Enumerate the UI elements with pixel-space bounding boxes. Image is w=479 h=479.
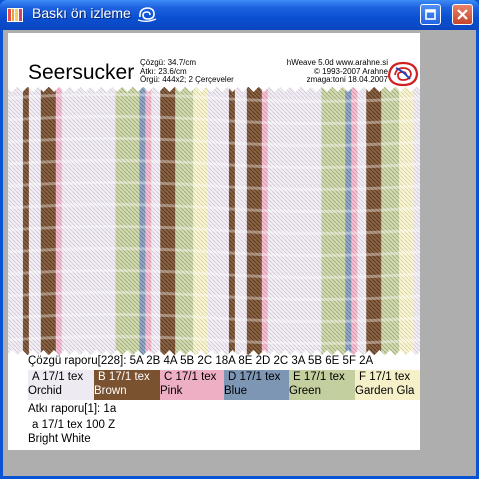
yarn-color-name: Blue (224, 385, 248, 397)
weft-yarn-color-name: Bright White (28, 433, 91, 445)
print-preview-window: Baskı ön izleme Seersucker Çözgü: 34.7/c… (0, 0, 479, 479)
weft-yarn-code: a 17/1 tex 100 Z (32, 419, 116, 431)
close-icon (457, 9, 468, 20)
yarn-color-name: Orchid (28, 385, 62, 397)
yarn-color-name: Green (289, 385, 321, 397)
weft-report: Atkı raporu[1]: 1a (28, 403, 117, 415)
credit-line: zmaga:toni 18.04.2007 (306, 75, 388, 84)
yarn-swatch-b: B 17/1 tex Brown (94, 370, 160, 400)
maximize-button[interactable] (420, 4, 441, 25)
yarn-code: F 17/1 tex (359, 371, 411, 383)
app-icon (7, 8, 23, 22)
meta-line: Örgü: 444x2; 2 Çerçeveler (140, 75, 234, 84)
window-title: Baskı ön izleme (32, 5, 131, 21)
yarn-swatch-d: D 17/1 tex Blue (224, 370, 289, 400)
yarn-code: C 17/1 tex (164, 371, 217, 383)
yarn-code: B 17/1 tex (98, 371, 150, 383)
yarn-color-name: Pink (160, 385, 183, 397)
yarn-swatch-c: C 17/1 tex Pink (160, 370, 224, 400)
fabric-simulation (8, 87, 420, 355)
swirl-icon (137, 7, 157, 22)
warp-yarn-legend: A 17/1 tex Orchid B 17/1 tex Brown C 17/1 … (28, 370, 420, 400)
client-area[interactable]: Seersucker Çözgü: 34.7/cm Atkı: 23.6/cm … (3, 30, 476, 476)
fabric-meta: Çözgü: 34.7/cm Atkı: 23.6/cm Örgü: 444x2… (140, 58, 234, 85)
warp-report: Çözgü raporu[228]: 5A 2B 4A 5B 2C 18A 8E… (28, 355, 374, 367)
yarn-code: E 17/1 tex (293, 371, 345, 383)
yarn-swatch-a: A 17/1 tex Orchid (28, 370, 94, 400)
title-bar[interactable]: Baskı ön izleme (0, 0, 479, 30)
seersucker-pucker-overlay (8, 87, 420, 355)
maximize-icon (425, 9, 436, 20)
fabric-title: Seersucker (28, 61, 135, 84)
close-button[interactable] (452, 4, 473, 25)
yarn-code: D 17/1 tex (228, 371, 281, 383)
software-credit: hWeave 5.0d www.arahne.si © 1993-2007 Ar… (238, 58, 388, 85)
yarn-color-name: Brown (94, 385, 127, 397)
yarn-code: A 17/1 tex (32, 371, 84, 383)
arahne-logo-icon (387, 61, 419, 87)
yarn-color-name: Garden Gla (355, 385, 415, 397)
preview-page: Seersucker Çözgü: 34.7/cm Atkı: 23.6/cm … (8, 33, 420, 450)
yarn-swatch-e: E 17/1 tex Green (289, 370, 355, 400)
yarn-swatch-f: F 17/1 tex Garden Gla (355, 370, 420, 400)
weft-yarn-swatch: a 17/1 tex 100 Z Bright White (28, 418, 115, 446)
